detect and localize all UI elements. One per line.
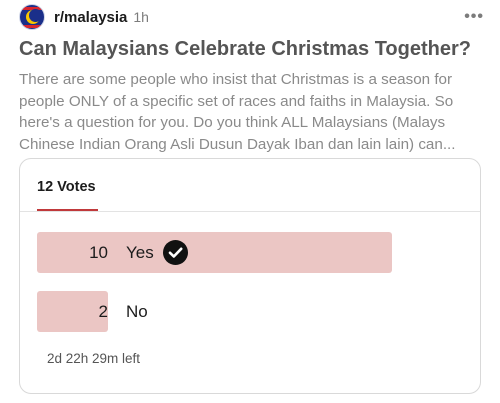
poll-time-left: 2d 22h 29m left — [47, 351, 141, 366]
post-body-line: here's a question for you. Do you think … — [19, 114, 446, 131]
post-title[interactable]: Can Malaysians Celebrate Christmas Toget… — [19, 38, 489, 61]
poll-option-label: No — [126, 302, 148, 321]
poll-option-count: 10 — [89, 243, 108, 262]
poll-option-label: Yes — [126, 243, 154, 262]
post-timestamp: 1h — [133, 9, 149, 25]
more-options-icon[interactable]: ••• — [464, 8, 484, 26]
post-body[interactable]: There are some people who insist that Ch… — [19, 69, 485, 155]
poll-option-no[interactable]: 2 No — [37, 291, 393, 332]
subreddit-name[interactable]: r/malaysia — [54, 9, 127, 26]
malaysia-flag-avatar-icon[interactable] — [19, 4, 45, 30]
poll-card: 12 Votes 10 Yes 2 No 2d 22h 29m left — [19, 158, 481, 394]
post-body-line: people ONLY of a specific set of races a… — [19, 92, 454, 110]
poll-option-count: 2 — [98, 302, 108, 321]
poll-option-yes[interactable]: 10 Yes — [37, 232, 393, 273]
check-circle-icon — [163, 240, 188, 265]
post-body-line: Chinese Indian Orang Asli Dusun Dayak Ib… — [19, 135, 456, 153]
post-body-line: There are some people who insist that Ch… — [19, 71, 453, 88]
post-header: r/malaysia 1h ••• — [19, 4, 484, 30]
poll-divider — [20, 211, 480, 212]
poll-votes-count: 12 Votes — [37, 179, 96, 195]
